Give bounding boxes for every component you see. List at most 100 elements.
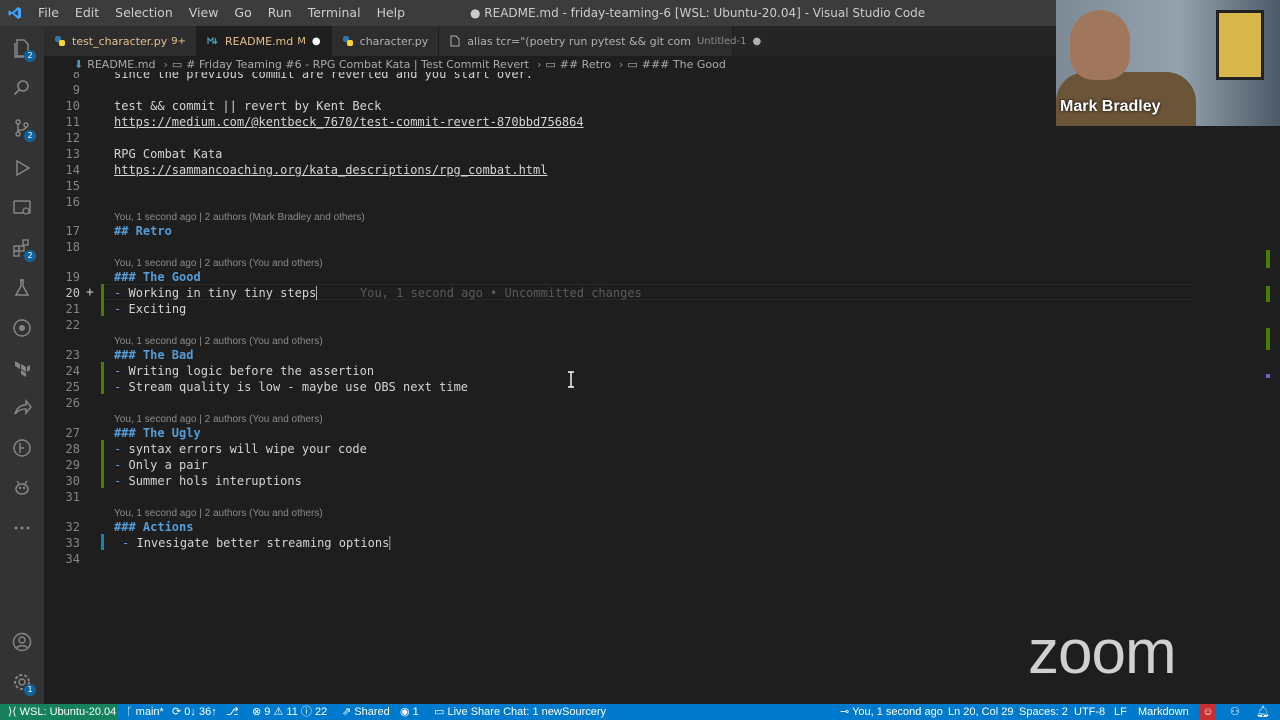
- code-line: 20 + - Working in tiny tiny steps You, 1…: [44, 285, 1269, 301]
- line-number: 25: [65, 380, 80, 394]
- line-number: 19: [65, 270, 80, 284]
- remote-explorer-icon[interactable]: [0, 188, 44, 228]
- link-text[interactable]: https://medium.com/@kentbeck_7670/test-c…: [114, 114, 584, 130]
- unsaved-dot-icon[interactable]: ●: [753, 36, 762, 47]
- ports-indicator[interactable]: ◉ 1: [400, 704, 419, 720]
- line-number: 28: [65, 442, 80, 456]
- language-mode[interactable]: Markdown: [1138, 704, 1189, 720]
- settings-gear-icon[interactable]: 1: [0, 662, 44, 702]
- github-icon[interactable]: [0, 308, 44, 348]
- tab-untitled[interactable]: alias tcr="(poetry run pytest && git com…: [439, 26, 761, 56]
- menu-selection[interactable]: Selection: [107, 0, 181, 26]
- line-content: - Writing logic before the assertion: [114, 363, 374, 379]
- line-number: 27: [65, 426, 80, 440]
- cursor-position[interactable]: Ln 20, Col 29: [948, 704, 1013, 720]
- code-line: 28 - syntax errors will wipe your code: [44, 441, 1269, 457]
- git-graph-icon[interactable]: ⎇: [226, 704, 239, 720]
- branch-indicator[interactable]: ᚴ main*: [126, 704, 164, 720]
- video-participant-tile[interactable]: Mark Bradley: [1056, 0, 1280, 126]
- more-icon[interactable]: [0, 508, 44, 548]
- menu-help[interactable]: Help: [369, 0, 414, 26]
- branch-label: main*: [135, 706, 164, 718]
- line-text: Only a pair: [128, 458, 208, 472]
- line-number: 24: [65, 364, 80, 378]
- activity-bar: 2 2 2 1: [0, 26, 44, 704]
- line-number: 26: [65, 396, 80, 410]
- tab-label: README.md: [225, 34, 294, 48]
- account-icon[interactable]: [0, 622, 44, 662]
- menu-terminal[interactable]: Terminal: [300, 0, 369, 26]
- menu-file[interactable]: File: [30, 0, 67, 26]
- line-text: Writing logic before the assertion: [128, 364, 375, 378]
- notifications-bell-icon[interactable]: 🔔︎: [1256, 704, 1270, 720]
- line-text: RPG Combat Kata: [114, 147, 223, 161]
- symbol-icon: ▭: [545, 57, 556, 71]
- link-text[interactable]: https://sammancoaching.org/kata_descript…: [114, 162, 547, 178]
- heading-text: ### The Bad: [114, 348, 194, 362]
- problems-indicator[interactable]: ⊗ 9 ⚠ 11 ⓘ 22: [252, 704, 327, 720]
- menu-run[interactable]: Run: [260, 0, 300, 26]
- remote-indicator[interactable]: ⟩⟨ WSL: Ubuntu-20.04: [0, 704, 118, 720]
- sync-indicator[interactable]: ⟳ 0↓ 36↑: [172, 704, 217, 720]
- live-share-icon[interactable]: [0, 388, 44, 428]
- terraform-icon[interactable]: [0, 348, 44, 388]
- run-debug-icon[interactable]: [0, 148, 44, 188]
- source-control-icon[interactable]: 2: [0, 108, 44, 148]
- add-comment-icon[interactable]: +: [86, 285, 94, 301]
- feedback-icon[interactable]: ⚇: [1230, 704, 1240, 720]
- code-line: 27 ### The Ugly: [44, 425, 1269, 441]
- live-share-chat[interactable]: ▭ Live Share Chat: 1 new: [434, 704, 562, 720]
- line-number: 16: [65, 195, 80, 209]
- code-line: 16: [44, 194, 1269, 210]
- testing-flask-icon[interactable]: [0, 268, 44, 308]
- tab-test-character[interactable]: test_character.py 9+: [44, 26, 198, 56]
- menu-go[interactable]: Go: [226, 0, 259, 26]
- sourcery-status[interactable]: Sourcery: [562, 704, 606, 720]
- error-icon: ⊗: [252, 706, 262, 718]
- unsaved-dot-icon[interactable]: ●: [312, 36, 321, 47]
- menu-edit[interactable]: Edit: [67, 0, 107, 26]
- tab-readme[interactable]: README.md M ●: [197, 26, 332, 56]
- code-line: 22: [44, 317, 1269, 333]
- git-branch-icon: ᚴ: [126, 706, 133, 718]
- line-number: 10: [65, 99, 80, 113]
- line-text: Stream quality is low - maybe use OBS ne…: [128, 380, 469, 394]
- breadcrumb-item[interactable]: ## Retro: [560, 58, 611, 71]
- encoding-status[interactable]: UTF-8: [1074, 704, 1105, 720]
- alien-icon[interactable]: [0, 468, 44, 508]
- live-share-status[interactable]: ⇗ Shared: [342, 704, 390, 720]
- line-text: Summer hols interuptions: [128, 474, 302, 488]
- extensions-badge: 2: [24, 250, 36, 262]
- chevron-right-icon: ›: [163, 57, 168, 71]
- breadcrumb-item[interactable]: # Friday Teaming #6 - RPG Combat Kata | …: [186, 58, 529, 71]
- explorer-icon[interactable]: 2: [0, 28, 44, 68]
- eol-status[interactable]: LF: [1114, 704, 1127, 720]
- code-line: 26: [44, 395, 1269, 411]
- chevron-right-icon: ›: [618, 57, 624, 71]
- breadcrumb-item[interactable]: README.md: [87, 58, 155, 71]
- breadcrumb-item[interactable]: ### The Good: [642, 58, 726, 71]
- line-number: 13: [65, 147, 80, 161]
- tab-label: test_character.py: [72, 34, 168, 48]
- list-marker: -: [122, 536, 130, 550]
- gitlens-icon[interactable]: [0, 428, 44, 468]
- extensions-icon[interactable]: 2: [0, 228, 44, 268]
- line-content: - syntax errors will wipe your code: [114, 441, 367, 457]
- sync-icon: ⟳: [172, 706, 182, 718]
- code-line: 33 - Invesigate better streaming options…: [44, 535, 1269, 551]
- markdown-icon: ⬇: [74, 57, 84, 71]
- line-number: 11: [65, 115, 80, 129]
- search-icon[interactable]: [0, 68, 44, 108]
- code-editor[interactable]: 8 since the previous commit are reverted…: [44, 72, 1269, 704]
- scrollbar-overview[interactable]: [1266, 72, 1274, 704]
- blame-status[interactable]: ⊸ You, 1 second ago: [840, 704, 943, 720]
- python-icon: [54, 35, 66, 47]
- info-count: 22: [314, 706, 328, 718]
- copilot-icon[interactable]: ☺: [1200, 704, 1216, 720]
- inline-blame: You, 1 second ago • Uncommitted changes: [360, 286, 642, 300]
- line-text: Invesigate better streaming options: [136, 536, 390, 550]
- heading-text: ## Retro: [114, 224, 172, 238]
- indentation-status[interactable]: Spaces: 2: [1019, 704, 1068, 720]
- tab-character[interactable]: character.py: [331, 26, 440, 56]
- menu-view[interactable]: View: [181, 0, 227, 26]
